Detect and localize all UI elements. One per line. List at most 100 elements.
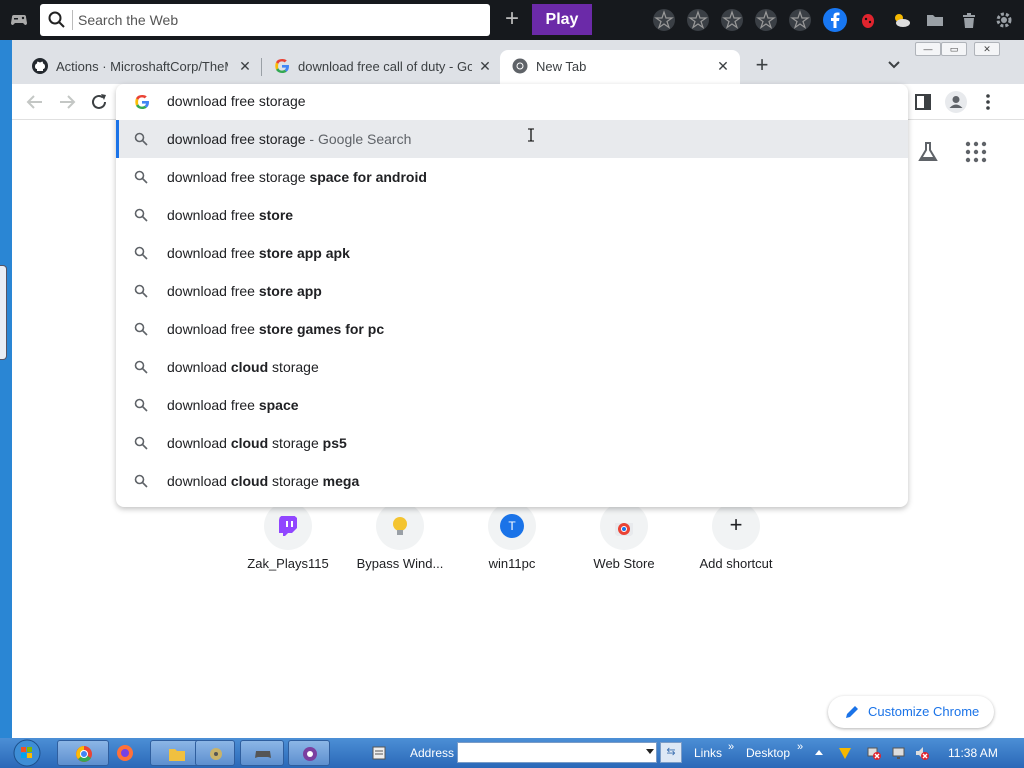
chevron-icon[interactable]: » xyxy=(728,741,734,753)
shortcut-tile[interactable]: T win11pc xyxy=(457,502,567,582)
folder-icon xyxy=(169,749,185,761)
links-toolbar[interactable]: Links xyxy=(694,746,722,760)
shortcut-label: Add shortcut xyxy=(699,556,773,571)
system-clock[interactable]: 11:38 AM xyxy=(948,746,998,760)
close-tab-icon[interactable]: ✕ xyxy=(714,57,732,75)
web-search-box[interactable] xyxy=(40,4,490,36)
text-cursor-icon xyxy=(528,128,534,142)
twitch-icon xyxy=(279,516,297,536)
play-button[interactable]: Play xyxy=(532,4,592,35)
shield-icon[interactable] xyxy=(837,745,853,761)
tab-github-actions[interactable]: Actions · MicroshaftCorp/TheMEG ✕ xyxy=(20,50,260,84)
taskbar-game[interactable] xyxy=(240,740,284,766)
search-icon xyxy=(134,284,148,298)
omnibox-query[interactable]: download free storage xyxy=(167,93,306,109)
tab-strip: Actions · MicroshaftCorp/TheMEG ✕ downlo… xyxy=(12,40,1024,84)
apps-grid-icon[interactable] xyxy=(964,140,988,164)
web-search-input[interactable] xyxy=(78,8,478,32)
suggestion-item[interactable]: download cloud storage xyxy=(116,348,908,386)
network-error-icon[interactable] xyxy=(866,745,882,761)
star-icon[interactable] xyxy=(755,9,777,31)
suggestion-text: download free storage - Google Search xyxy=(167,131,412,147)
close-tab-icon[interactable]: ✕ xyxy=(236,57,254,75)
tab-search-icon[interactable] xyxy=(885,56,903,74)
suggestion-text: download free space xyxy=(167,397,299,413)
close-window-button[interactable]: ✕ xyxy=(974,42,1000,56)
star-icon[interactable] xyxy=(687,9,709,31)
suggestion-text: download cloud storage xyxy=(167,359,319,375)
suggestion-text: download free storage space for android xyxy=(167,169,427,185)
add-shortcut-tile[interactable]: + Add shortcut xyxy=(681,502,791,582)
firefox-icon[interactable] xyxy=(116,744,134,762)
suggestion-item[interactable]: download free store app apk xyxy=(116,234,908,272)
trash-icon[interactable] xyxy=(959,10,979,30)
desktop-toolbar[interactable]: Desktop xyxy=(746,746,790,760)
bug-icon[interactable] xyxy=(858,10,878,30)
suggestion-description: - Google Search xyxy=(305,131,412,147)
suggestion-item[interactable]: download free space xyxy=(116,386,908,424)
tab-new-tab[interactable]: New Tab ✕ xyxy=(500,50,740,84)
suggestion-text: download free store games for pc xyxy=(167,321,385,337)
star-icon[interactable] xyxy=(653,9,675,31)
shortcut-icon-bg: + xyxy=(712,502,760,550)
suggestion-item[interactable]: download free storage space for android xyxy=(116,158,908,196)
suggestion-item[interactable]: download free store xyxy=(116,196,908,234)
taskbar-app[interactable] xyxy=(195,740,235,766)
start-button-icon[interactable] xyxy=(2,739,52,767)
shortcut-label: Web Store xyxy=(593,556,655,571)
display-icon[interactable] xyxy=(891,745,907,761)
shortcut-label: Zak_Plays115 xyxy=(247,556,329,571)
minimize-button[interactable]: — xyxy=(915,42,941,56)
shortcut-tile[interactable]: Bypass Wind... xyxy=(345,502,455,582)
dropdown-arrow-icon[interactable] xyxy=(646,749,654,754)
add-icon[interactable]: + xyxy=(500,7,524,32)
address-bar-input[interactable] xyxy=(457,742,657,763)
side-panel-icon[interactable] xyxy=(912,91,934,113)
new-tab-button[interactable]: + xyxy=(750,54,774,79)
chrome-web-store-icon xyxy=(615,523,633,536)
suggestion-item[interactable]: download cloud storage mega xyxy=(116,462,908,500)
search-icon xyxy=(134,360,148,374)
volume-muted-icon[interactable] xyxy=(914,745,930,761)
settings-icon[interactable] xyxy=(994,10,1014,30)
shortcut-tile[interactable]: Web Store xyxy=(569,502,679,582)
menu-icon[interactable] xyxy=(977,91,999,113)
profile-icon[interactable] xyxy=(945,91,967,113)
shortcut-tile[interactable]: Zak_Plays115 xyxy=(233,502,343,582)
suggestion-text: download free store xyxy=(167,207,294,223)
back-icon[interactable] xyxy=(24,91,46,113)
star-icon[interactable] xyxy=(721,9,743,31)
chrome-icon xyxy=(76,746,92,762)
go-button[interactable]: ⇆ xyxy=(660,742,682,763)
search-icon xyxy=(48,11,65,28)
omnibox-dropdown: download free storage download free stor… xyxy=(116,84,908,507)
forward-icon[interactable] xyxy=(56,91,78,113)
taskbar-media[interactable] xyxy=(288,740,330,766)
weather-icon[interactable] xyxy=(891,10,911,30)
desktop-gadget[interactable] xyxy=(0,265,7,360)
suggestion-item[interactable]: download free storage - Google Search xyxy=(116,120,908,158)
labs-icon[interactable] xyxy=(916,140,940,164)
customize-chrome-button[interactable]: Customize Chrome xyxy=(828,696,994,728)
suggestion-item[interactable]: download cloud storage ps5 xyxy=(116,424,908,462)
omnibox-input[interactable]: download free storage xyxy=(116,84,908,120)
notepad-icon[interactable] xyxy=(371,745,387,761)
facebook-icon[interactable] xyxy=(823,8,847,32)
customize-label: Customize Chrome xyxy=(868,704,980,719)
address-label: Address xyxy=(410,746,455,760)
star-icon[interactable] xyxy=(789,9,811,31)
game-toolbar: + Play xyxy=(0,0,1024,40)
reload-icon[interactable] xyxy=(88,91,110,113)
letter-avatar-icon: T xyxy=(500,514,524,538)
search-icon xyxy=(134,246,148,260)
suggestion-item[interactable]: download free store games for pc xyxy=(116,310,908,348)
chevron-icon[interactable]: » xyxy=(797,741,803,753)
taskbar-chrome[interactable] xyxy=(57,740,109,766)
maximize-button[interactable]: ▭ xyxy=(941,42,967,56)
tab-google-search[interactable]: download free call of duty - Google ✕ xyxy=(262,50,498,84)
gamepad-icon[interactable] xyxy=(9,10,29,30)
suggestion-item[interactable]: download free store app xyxy=(116,272,908,310)
folder-icon[interactable] xyxy=(925,10,945,30)
show-hidden-icons-icon[interactable] xyxy=(814,745,824,761)
close-tab-icon[interactable]: ✕ xyxy=(476,57,494,75)
